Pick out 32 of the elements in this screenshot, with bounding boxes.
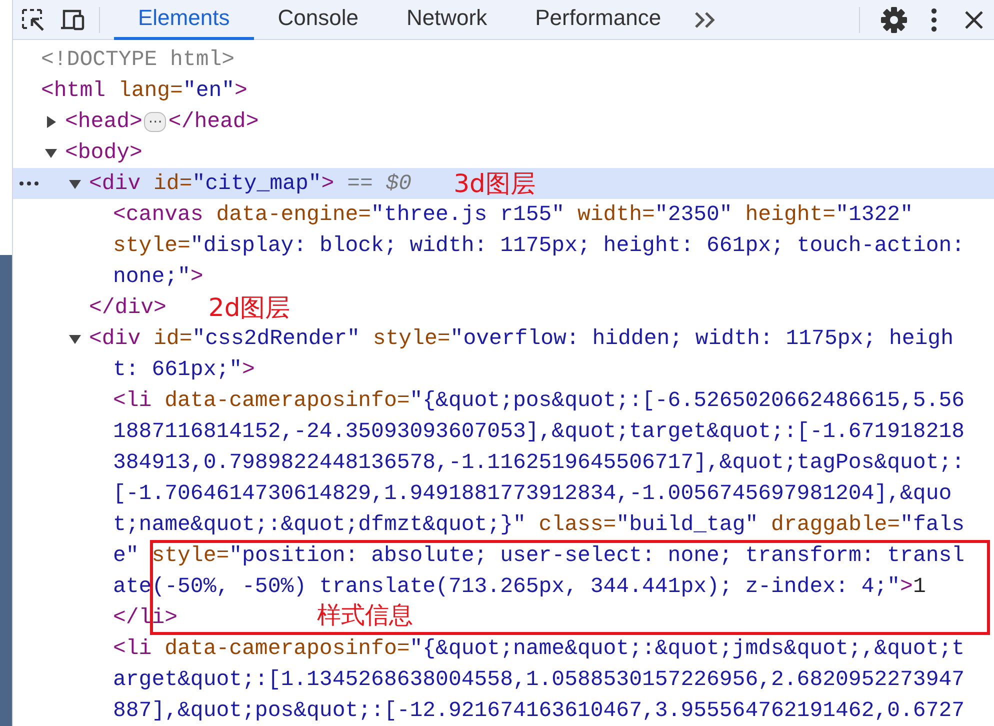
- code-line: t;name&quot;:&quot;dfmzt&quot;}" class="build_tag" draggable="fals: [113, 512, 965, 536]
- annotation-label: 2d图层: [208, 292, 290, 324]
- annotation-label: 样式信息: [317, 601, 413, 629]
- code-line: style="display: block; width: 1175px; height: 661px; touch-action:: [113, 234, 965, 258]
- code-line: <li data-cameraposinfo="{&quot;pos&quot;:[-6.5265020662486615,5.56: [113, 388, 965, 412]
- code-line: arget&quot;:[1.1345268638004558,1.0588530157226956,2.6820952273947: [113, 668, 965, 692]
- panel-tab[interactable]: Console: [254, 0, 382, 40]
- panel-tab[interactable]: Network: [382, 0, 512, 40]
- code-line: <body>: [65, 140, 142, 164]
- expand-arrow-icon[interactable]: [44, 114, 58, 128]
- code-line: </div>: [89, 296, 166, 320]
- panel-tab[interactable]: Performance: [511, 0, 686, 40]
- code-line: <html lang="en">: [41, 78, 248, 102]
- code-line: <div id="city_map"> == $0: [89, 172, 412, 196]
- annotation-label: 3d图层: [454, 168, 536, 200]
- code-line: t: 661px;">: [113, 358, 255, 382]
- code-line: <canvas data-engine="three.js r155" width="2350" height="1322": [113, 202, 913, 226]
- code-line: e" style="position: absolute; user-select: none; transform: transl: [113, 544, 965, 568]
- code-line: 1887116814152,-24.35093093607053],&quot;target&quot;:[-1.671918218: [113, 420, 965, 444]
- code-line: <li data-cameraposinfo="{&quot;name&quot;:&quot;jmds&quot;,&quot;t: [113, 636, 965, 660]
- code-line: <head>: [65, 110, 142, 134]
- code-line: 887],&quot;pos&quot;:[-12.921674163610467,3.955564762191462,0.6727: [113, 698, 965, 722]
- selected-row[interactable]: <div id="city_map"> == $0 3d图层: [13, 168, 994, 199]
- code-line: [-1.7064614730614829,1.9491881773912834,-1.0056745697981204],&quo: [113, 482, 952, 506]
- code-line: none;">: [113, 264, 204, 288]
- code-line: </head>: [168, 110, 259, 134]
- more-icon[interactable]: [19, 181, 39, 186]
- panel-tab[interactable]: Elements: [114, 0, 254, 40]
- code-line: 384913,0.7989822448136578,-1.1162519645506717],&quot;tagPos&quot;:: [113, 450, 965, 474]
- code-line: <!DOCTYPE html>: [41, 48, 235, 72]
- expand-button[interactable]: ⋯: [144, 112, 166, 132]
- code-line: <div id="css2dRender" style="overflow: hidden; width: 1175px; heigh: [89, 326, 954, 350]
